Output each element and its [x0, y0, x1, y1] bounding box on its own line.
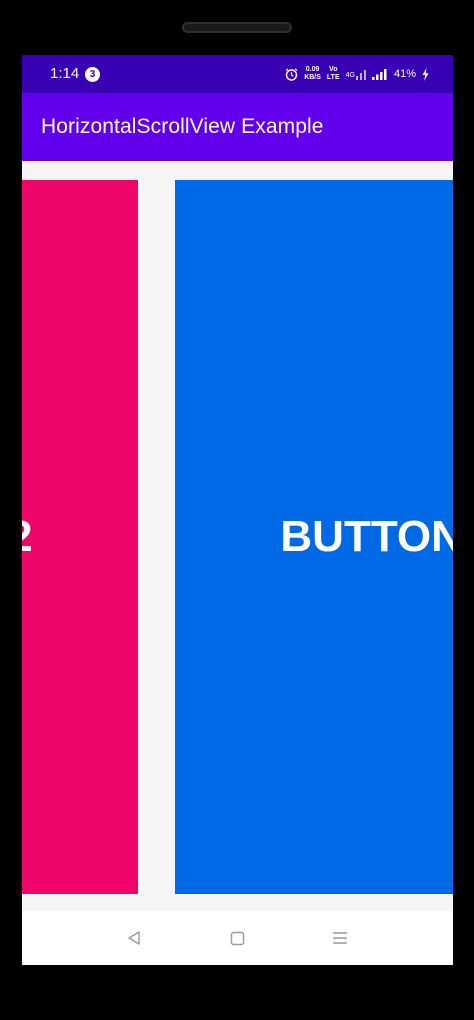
- content-area: BUTTON 2 BUTTON 3: [22, 161, 453, 911]
- volte-bottom: LTE: [326, 74, 340, 81]
- navigation-bar: [22, 911, 453, 965]
- alarm-icon: [285, 68, 298, 81]
- charging-icon: [422, 67, 429, 81]
- home-icon[interactable]: [224, 925, 250, 951]
- network-speed-value: 0.09: [305, 66, 320, 73]
- phone-speaker: [182, 22, 292, 33]
- app-title: HorizontalScrollView Example: [41, 115, 324, 138]
- horizontal-scroll-view[interactable]: BUTTON 2 BUTTON 3: [22, 161, 453, 911]
- signal-icon: [355, 69, 366, 80]
- button-2[interactable]: BUTTON 2: [22, 180, 138, 894]
- app-bar: HorizontalScrollView Example: [22, 93, 453, 161]
- status-indicators: 0.09 KB/S Vo LTE 4G 41%: [285, 66, 429, 82]
- signal-strength-icon: [371, 68, 387, 80]
- network-speed-unit: KB/S: [304, 74, 321, 81]
- back-icon[interactable]: [121, 925, 147, 951]
- status-bar: 1:14 3 0.09 KB/S Vo LTE 4G 41%: [22, 55, 453, 93]
- status-time: 1:14: [50, 65, 80, 82]
- phone-frame: 1:14 3 0.09 KB/S Vo LTE 4G 41% Horizonta…: [0, 0, 474, 1020]
- volte-top: Vo: [329, 66, 338, 73]
- device-screen: 1:14 3 0.09 KB/S Vo LTE 4G 41% Horizonta…: [22, 55, 453, 965]
- network-speed: 0.09 KB/S: [304, 66, 321, 82]
- recents-icon[interactable]: [327, 925, 353, 951]
- volte-indicator: Vo LTE: [327, 66, 340, 82]
- button-3[interactable]: BUTTON 3: [175, 180, 453, 894]
- scroll-track: BUTTON 2 BUTTON 3: [22, 180, 453, 894]
- mobile-signal-1: 4G: [346, 69, 366, 80]
- notification-count-badge: 3: [85, 67, 100, 82]
- network-type-label: 4G: [345, 71, 355, 79]
- battery-percent: 41%: [393, 68, 416, 80]
